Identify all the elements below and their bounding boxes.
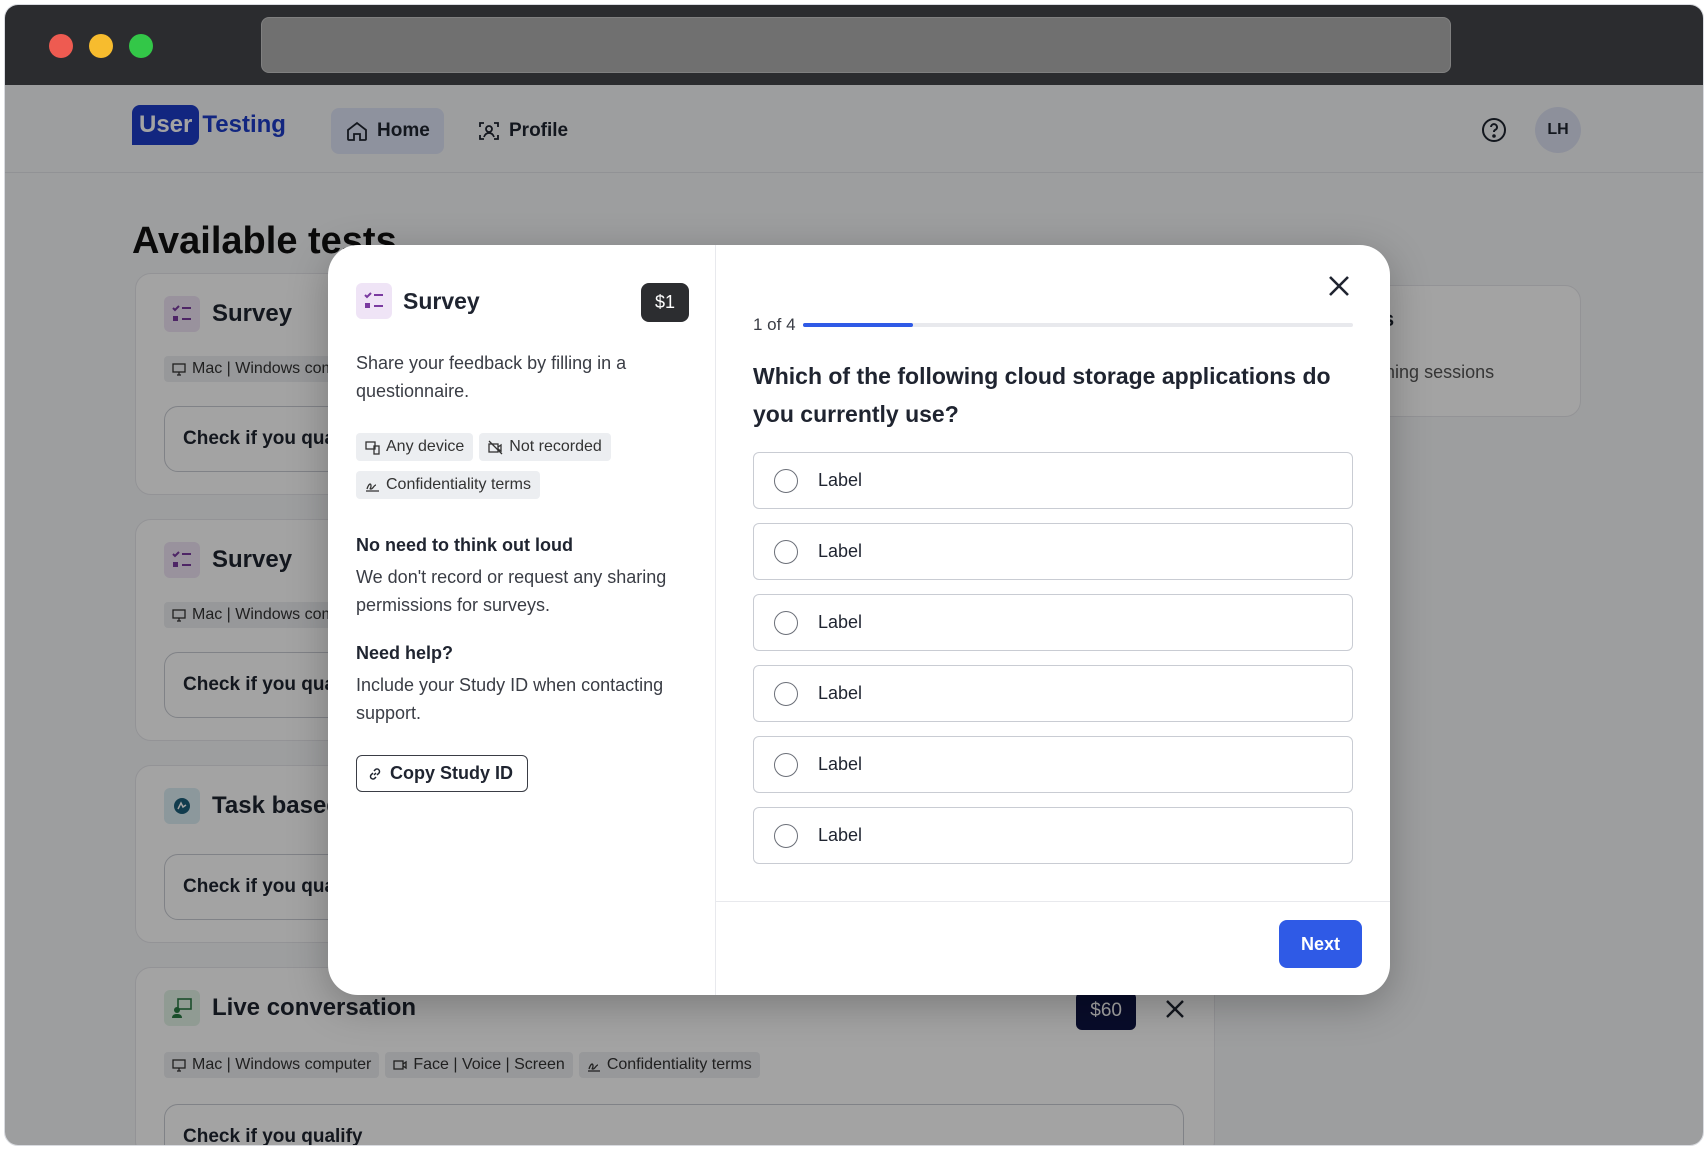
devices-icon [365,440,380,455]
answer-option[interactable]: Label [753,452,1353,509]
answer-option[interactable]: Label [753,736,1353,793]
survey-modal: Survey $1 Share your feedback by filling… [328,245,1390,995]
progress-fill [803,323,913,327]
browser-window: User Testing Home Profile LH Available t… [4,4,1704,1146]
modal-title: Survey [356,283,480,319]
price-badge: $1 [641,283,690,322]
answer-option[interactable]: Label [753,665,1353,722]
question-text: Which of the following cloud storage app… [753,363,1331,427]
answer-option-label: Label [818,754,863,774]
answer-option-label: Label [818,612,863,632]
answer-option[interactable]: Label [753,807,1353,864]
maximize-window-button[interactable] [129,34,153,58]
progress-bar [803,323,1353,327]
modal-info-panel: Survey $1 Share your feedback by filling… [328,245,716,995]
answer-option-label: Label [818,683,863,703]
chip-label: Confidentiality terms [386,476,531,493]
modal-footer: Next [716,901,1390,995]
minimize-window-button[interactable] [89,34,113,58]
modal-chips: Confidentiality terms [356,471,540,499]
progress-label: 1 of 4 [753,315,796,334]
radio-button[interactable] [774,539,798,564]
copy-study-id-button[interactable]: Copy Study ID [356,755,529,792]
radio-button[interactable] [774,610,798,635]
radio-button[interactable] [774,468,798,493]
chip-label: Not recorded [509,438,602,455]
answer-option-label: Label [818,470,863,490]
modal-title-text: Survey [403,287,480,314]
close-icon[interactable] [1326,273,1352,299]
address-bar[interactable] [261,17,1451,73]
not-recorded-chip: Not recorded [479,433,611,461]
survey-icon [356,283,392,319]
modal-question-panel: 1 of 4 Which of the following cloud stor… [716,245,1390,995]
need-help-text: Include your Study ID when contacting su… [356,675,664,723]
no-think-aloud-text: We don't record or request any sharing p… [356,567,667,615]
modal-chips: Any device Not recorded [356,433,611,461]
any-device-chip: Any device [356,433,474,461]
radio-button[interactable] [774,752,798,777]
radio-button[interactable] [774,823,798,848]
camera-off-icon [488,440,503,454]
radio-button[interactable] [774,681,798,706]
answer-option-label: Label [818,541,863,561]
close-window-button[interactable] [49,34,73,58]
copy-study-id-label: Copy Study ID [390,763,514,783]
chip-label: Any device [386,438,465,455]
browser-titlebar [5,5,1703,85]
confidentiality-chip: Confidentiality terms [356,471,540,499]
link-icon [369,767,381,780]
answer-option-label: Label [818,825,863,845]
need-help-heading: Need help? [356,643,454,663]
answer-option[interactable]: Label [753,523,1353,580]
next-button[interactable]: Next [1278,920,1362,968]
no-think-aloud-heading: No need to think out loud [356,535,573,555]
modal-description: Share your feedback by filling in a ques… [356,353,627,401]
answer-option[interactable]: Label [753,594,1353,651]
answer-options: LabelLabelLabelLabelLabelLabelLabel [753,452,1353,865]
signature-icon [366,482,379,492]
